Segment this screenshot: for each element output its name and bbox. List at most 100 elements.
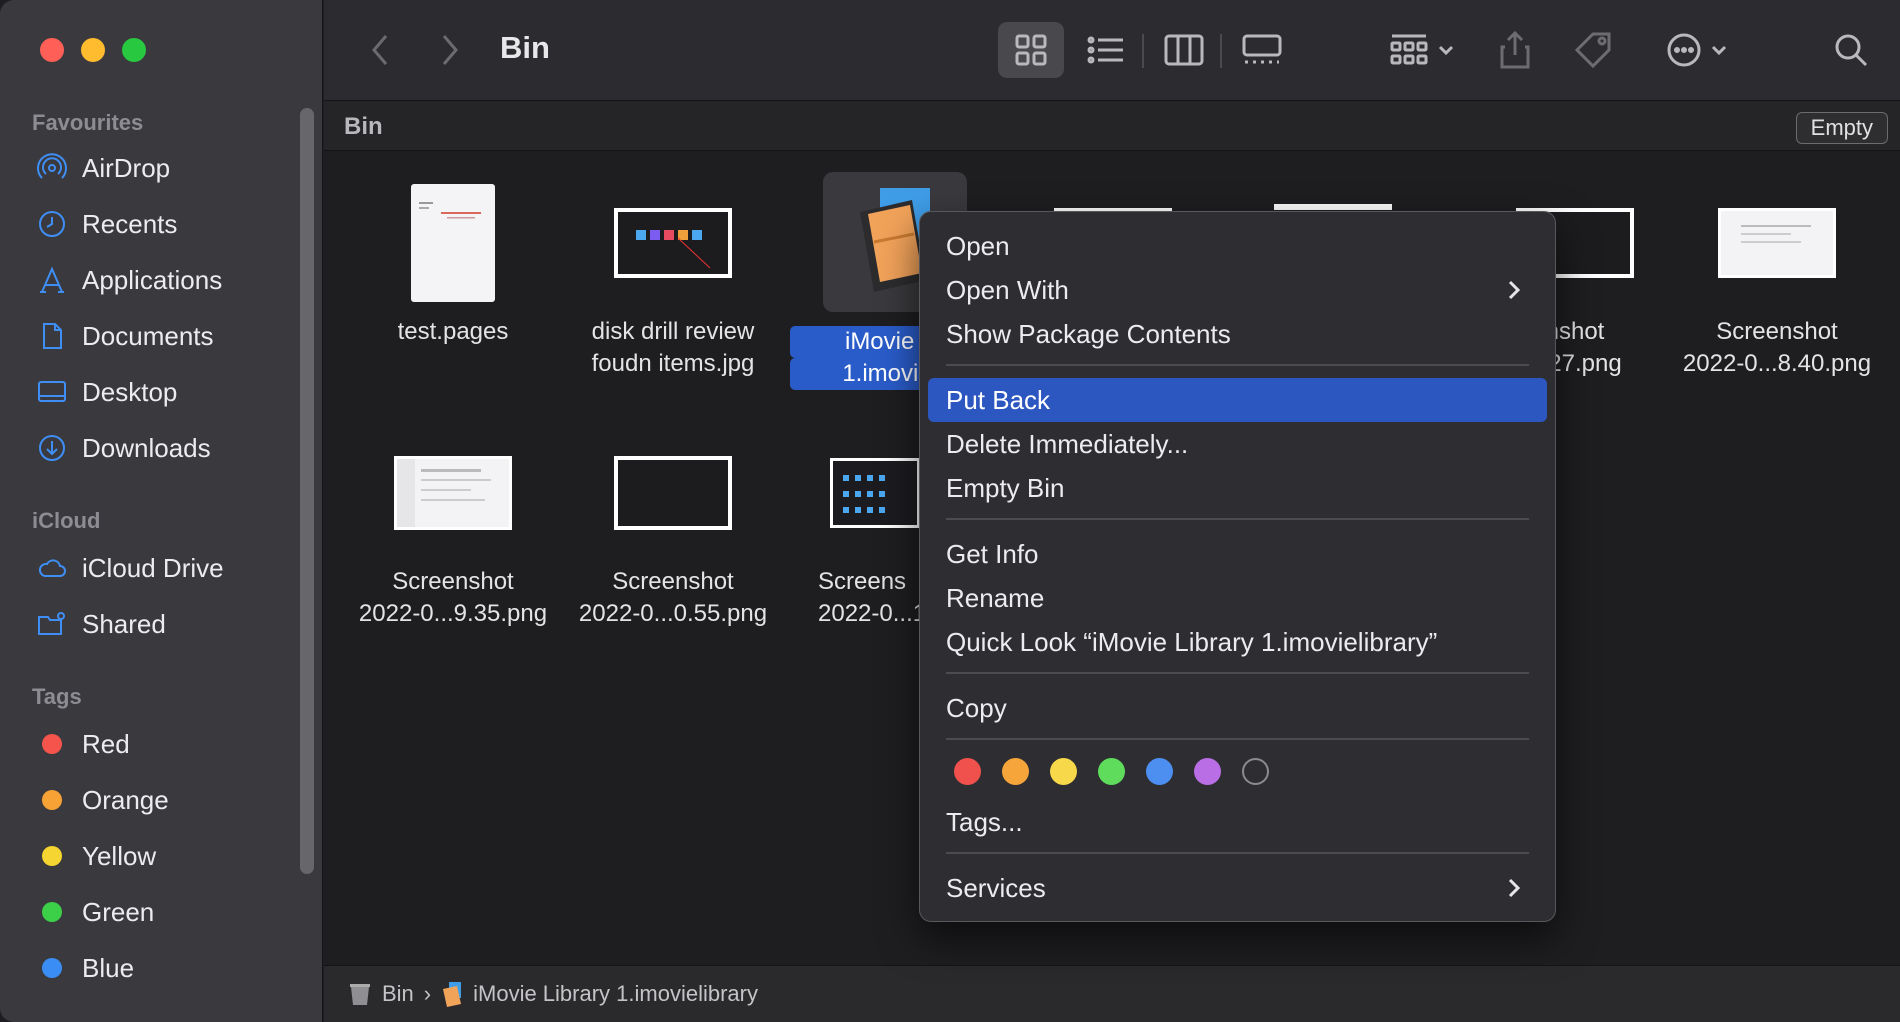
icon-view-button[interactable]: [998, 22, 1064, 78]
menu-item-copy[interactable]: Copy: [928, 686, 1547, 730]
green-tag-dot-icon: [42, 902, 62, 922]
back-button[interactable]: [360, 22, 400, 78]
more-actions-button[interactable]: [1656, 22, 1738, 78]
imovie-library-icon: [443, 982, 462, 1007]
forward-button[interactable]: [430, 22, 470, 78]
grid-view-icon: [1015, 34, 1047, 66]
menu-separator: [946, 518, 1529, 520]
menu-separator: [946, 364, 1529, 366]
status-path-bar: Bin › iMovie Library 1.imovielibrary: [324, 965, 1900, 1022]
chevron-right-icon: [1508, 878, 1521, 898]
path-crumb-imovie-library[interactable]: iMovie Library 1.imovielibrary: [473, 981, 758, 1007]
menu-separator: [946, 738, 1529, 740]
section-icloud: iCloud: [32, 508, 101, 533]
path-crumb-bin[interactable]: Bin: [382, 981, 414, 1007]
image-thumbnail: [1718, 208, 1836, 278]
tag-button[interactable]: [1568, 22, 1618, 78]
search-icon: [1835, 34, 1868, 67]
menu-item-get-info[interactable]: Get Info: [928, 532, 1547, 576]
file-name: Screenshot 2022-0...9.35.png: [358, 568, 548, 627]
tag-red-swatch[interactable]: [954, 758, 981, 785]
menu-item-delete-immediately[interactable]: Delete Immediately...: [928, 422, 1547, 466]
partially-hidden-thumbnail: [1274, 204, 1392, 210]
group-grid-icon: [1390, 34, 1428, 65]
sidebar-item-label: Documents: [82, 320, 214, 351]
close-window-button[interactable]: [40, 38, 64, 62]
toolbar: Bin: [324, 0, 1900, 101]
sidebar-item-label: Shared: [82, 608, 166, 639]
sidebar-scrollbar[interactable]: [300, 108, 314, 874]
download-icon: [36, 432, 68, 464]
file-item-screenshot-9-35[interactable]: Screenshot 2022-0...9.35.png: [348, 434, 558, 630]
sidebar-item-label: Blue: [82, 952, 135, 983]
tag-yellow-swatch[interactable]: [1050, 758, 1077, 785]
sidebar-item-downloads[interactable]: Downloads: [36, 428, 211, 468]
applications-icon: [36, 264, 68, 296]
menu-item-open-with[interactable]: Open With: [928, 268, 1547, 312]
share-button[interactable]: [1490, 22, 1540, 78]
clock-icon: [36, 208, 68, 240]
image-thumbnail: [614, 456, 732, 530]
empty-bin-button[interactable]: Empty: [1795, 112, 1888, 144]
search-button[interactable]: [1826, 22, 1876, 78]
sidebar-item-label: Green: [82, 896, 155, 927]
sidebar-item-applications[interactable]: Applications: [36, 260, 222, 300]
menu-separator: [946, 672, 1529, 674]
sidebar-item-recents[interactable]: Recents: [36, 204, 177, 244]
menu-item-label: Open With: [946, 274, 1069, 305]
menu-item-put-back[interactable]: Put Back: [928, 378, 1547, 422]
sidebar-item-documents[interactable]: Documents: [36, 316, 214, 356]
sidebar-item-airdrop[interactable]: AirDrop: [36, 148, 170, 188]
sidebar-item-icloud-drive[interactable]: iCloud Drive: [36, 548, 224, 588]
cloud-icon: [36, 552, 68, 584]
tag-green-swatch[interactable]: [1098, 758, 1125, 785]
sidebar-item-label: iCloud Drive: [82, 552, 224, 583]
file-item-screenshot-8-40[interactable]: Screenshot 2022-0...8.40.png: [1672, 184, 1882, 380]
image-thumbnail-wrapper: [1672, 184, 1882, 302]
document-icon: [36, 320, 68, 352]
column-view-button[interactable]: [1158, 22, 1210, 78]
sidebar-item-label: Red: [82, 728, 130, 759]
sidebar-tag-orange[interactable]: Orange: [36, 780, 169, 820]
menu-item-empty-bin[interactable]: Empty Bin: [928, 466, 1547, 510]
location-label: Bin: [344, 113, 383, 140]
sidebar-tag-green[interactable]: Green: [36, 892, 154, 932]
yellow-tag-dot-icon: [42, 846, 62, 866]
menu-item-rename[interactable]: Rename: [928, 576, 1547, 620]
menu-item-open[interactable]: Open: [928, 224, 1547, 268]
context-menu: Open Open With Show Package Contents Put…: [919, 211, 1556, 922]
sidebar-item-shared[interactable]: Shared: [36, 604, 166, 644]
image-thumbnail-wrapper: [568, 184, 778, 302]
menu-item-services[interactable]: Services: [928, 866, 1547, 910]
orange-tag-dot-icon: [42, 790, 62, 810]
file-name: disk drill review foudn items.jpg: [591, 318, 755, 377]
menu-item-show-package-contents[interactable]: Show Package Contents: [928, 312, 1547, 356]
file-item-screenshot-0-55[interactable]: Screenshot 2022-0...0.55.png: [568, 434, 778, 630]
pages-document-thumbnail: [411, 184, 495, 302]
tag-purple-swatch[interactable]: [1194, 758, 1221, 785]
minimize-window-button[interactable]: [81, 38, 105, 62]
gallery-view-button[interactable]: [1234, 22, 1290, 78]
tag-blue-swatch[interactable]: [1146, 758, 1173, 785]
blue-tag-dot-icon: [42, 958, 62, 978]
sidebar-item-desktop[interactable]: Desktop: [36, 372, 177, 412]
path-separator: ›: [423, 981, 432, 1006]
sidebar-tag-yellow[interactable]: Yellow: [36, 836, 156, 876]
tag-gray-swatch[interactable]: [1242, 758, 1269, 785]
chevron-down-icon: [1711, 45, 1727, 56]
tag-orange-swatch[interactable]: [1002, 758, 1029, 785]
columns-view-icon: [1164, 34, 1204, 66]
menu-item-tags[interactable]: Tags...: [928, 800, 1547, 844]
sidebar-tag-red[interactable]: Red: [36, 724, 130, 764]
menu-item-label: Services: [946, 872, 1046, 903]
group-by-button[interactable]: [1382, 22, 1462, 78]
list-view-button[interactable]: [1080, 22, 1132, 78]
location-header: Bin Empty: [324, 101, 1900, 151]
zoom-window-button[interactable]: [122, 38, 146, 62]
file-item-disk-drill-jpg[interactable]: disk drill review foudn items.jpg: [568, 184, 778, 380]
file-item-test-pages[interactable]: test.pages: [348, 184, 558, 348]
menu-item-quick-look[interactable]: Quick Look “iMovie Library 1.imovielibra…: [928, 620, 1547, 664]
list-view-icon: [1087, 36, 1123, 64]
gallery-view-icon: [1242, 34, 1282, 64]
sidebar-tag-blue[interactable]: Blue: [36, 948, 134, 988]
